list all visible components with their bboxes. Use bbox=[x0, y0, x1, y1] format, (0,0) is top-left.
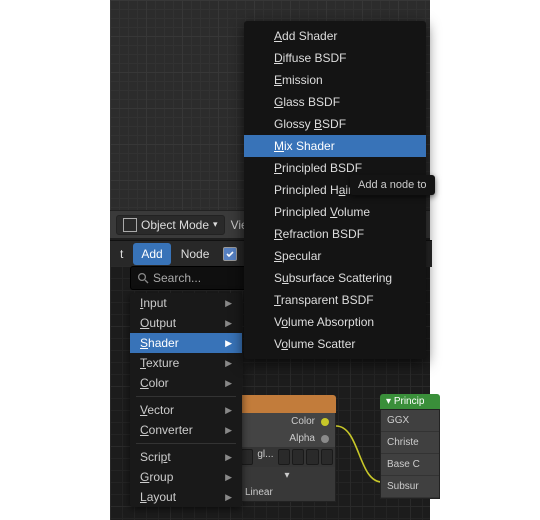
image-name[interactable]: gl... bbox=[255, 449, 275, 465]
add-menu-item-layout[interactable]: Layout ▶ bbox=[130, 487, 242, 507]
shader-item-volume-scatter[interactable]: Volume Scatter bbox=[244, 333, 426, 355]
add-menu-item-vector[interactable]: Vector ▶ bbox=[130, 400, 242, 420]
add-submenu: Input▶Output▶Shader▶Texture▶Color▶Vector… bbox=[130, 293, 242, 507]
crop-left bbox=[0, 0, 110, 520]
tooltip: Add a node to bbox=[350, 175, 435, 195]
crop-right bbox=[430, 0, 540, 520]
dropdown[interactable]: ▾ bbox=[245, 470, 329, 481]
truncated-menu[interactable]: t bbox=[112, 243, 131, 265]
add-menu-item-script[interactable]: Script ▶ bbox=[130, 447, 242, 467]
submenu-arrow-icon: ▶ bbox=[225, 358, 232, 369]
shader-item-add-shader[interactable]: Add Shader bbox=[244, 25, 426, 47]
menu-item-label: Script bbox=[140, 450, 171, 464]
submenu-arrow-icon: ▶ bbox=[225, 425, 232, 436]
menu-item-label: Vector bbox=[140, 403, 174, 417]
add-menu-item-texture[interactable]: Texture ▶ bbox=[130, 353, 242, 373]
menu-item-label: Layout bbox=[140, 490, 176, 504]
add-menu-item-output[interactable]: Output ▶ bbox=[130, 313, 242, 333]
mode-dropdown[interactable]: Object Mode ▾ bbox=[116, 215, 225, 235]
add-menu-button[interactable]: Add bbox=[133, 243, 170, 265]
submenu-arrow-icon: ▶ bbox=[225, 378, 232, 389]
shader-item-volume-absorption[interactable]: Volume Absorption bbox=[244, 311, 426, 333]
mode-label: Object Mode bbox=[141, 218, 209, 232]
add-menu-item-input[interactable]: Input ▶ bbox=[130, 293, 242, 313]
search-placeholder: Search... bbox=[153, 271, 201, 285]
shader-item-refraction-bsdf[interactable]: Refraction BSDF bbox=[244, 223, 426, 245]
menu-item-label: Group bbox=[140, 470, 173, 484]
unlink-icon[interactable] bbox=[321, 449, 333, 465]
color-socket[interactable] bbox=[321, 418, 329, 426]
image-texture-node[interactable]: Color Alpha gl... ▾ Linear bbox=[238, 395, 336, 502]
alpha-socket[interactable] bbox=[321, 435, 329, 443]
shader-item-diffuse-bsdf[interactable]: Diffuse BSDF bbox=[244, 47, 426, 69]
add-menu-item-shader[interactable]: Shader ▶ bbox=[130, 333, 242, 353]
shader-item-transparent-bsdf[interactable]: Transparent BSDF bbox=[244, 289, 426, 311]
menu-item-label: Shader bbox=[140, 336, 179, 350]
node-menu-button[interactable]: Node bbox=[173, 243, 218, 265]
shader-item-emission[interactable]: Emission bbox=[244, 69, 426, 91]
menu-item-label: Color bbox=[140, 376, 169, 390]
shader-item-principled-volume[interactable]: Principled Volume bbox=[244, 201, 426, 223]
menu-item-label: Converter bbox=[140, 423, 193, 437]
node-row[interactable]: Base C bbox=[381, 454, 439, 476]
submenu-arrow-icon: ▶ bbox=[225, 492, 232, 503]
object-mode-icon bbox=[123, 218, 137, 232]
shader-item-specular[interactable]: Specular bbox=[244, 245, 426, 267]
shader-item-glass-bsdf[interactable]: Glass BSDF bbox=[244, 91, 426, 113]
submenu-arrow-icon: ▶ bbox=[225, 452, 232, 463]
submenu-arrow-icon: ▶ bbox=[225, 405, 232, 416]
tool-icon[interactable] bbox=[292, 449, 304, 465]
shader-item-mix-shader[interactable]: Mix Shader bbox=[244, 135, 426, 157]
menu-item-label: Texture bbox=[140, 356, 179, 370]
tool-icon[interactable] bbox=[278, 449, 290, 465]
tri-icon: ▾ bbox=[386, 396, 394, 407]
add-menu-item-converter[interactable]: Converter ▶ bbox=[130, 420, 242, 440]
menu-item-label: Output bbox=[140, 316, 176, 330]
use-nodes-checkbox[interactable] bbox=[223, 247, 237, 261]
output-color-label: Color bbox=[291, 416, 315, 427]
submenu-arrow-icon: ▶ bbox=[225, 338, 232, 349]
shader-item-glossy-bsdf[interactable]: Glossy BSDF bbox=[244, 113, 426, 135]
submenu-arrow-icon: ▶ bbox=[225, 318, 232, 329]
search-input[interactable]: Search... bbox=[130, 266, 256, 290]
node-row[interactable]: Subsur bbox=[381, 476, 439, 498]
node-header-bar[interactable] bbox=[238, 395, 336, 413]
principled-node[interactable]: ▾ Princip GGX Christe Base C Subsur bbox=[380, 394, 440, 510]
principled-title: Princip bbox=[394, 396, 425, 407]
node-row[interactable]: Christe bbox=[381, 432, 439, 454]
output-alpha-label: Alpha bbox=[289, 433, 315, 444]
node-row[interactable]: GGX bbox=[381, 410, 439, 432]
tool-icon[interactable] bbox=[306, 449, 318, 465]
chevron-down-icon: ▾ bbox=[213, 219, 218, 230]
interpolation-label[interactable]: Linear bbox=[245, 487, 273, 498]
submenu-arrow-icon: ▶ bbox=[225, 472, 232, 483]
add-menu-item-group[interactable]: Group ▶ bbox=[130, 467, 242, 487]
menu-item-label: Input bbox=[140, 296, 167, 310]
search-icon bbox=[137, 272, 149, 284]
image-field-row: gl... bbox=[239, 447, 335, 467]
submenu-arrow-icon: ▶ bbox=[225, 298, 232, 309]
image-browse-icon[interactable] bbox=[241, 449, 253, 465]
shader-item-subsurface-scattering[interactable]: Subsurface Scattering bbox=[244, 267, 426, 289]
add-menu-item-color[interactable]: Color ▶ bbox=[130, 373, 242, 393]
